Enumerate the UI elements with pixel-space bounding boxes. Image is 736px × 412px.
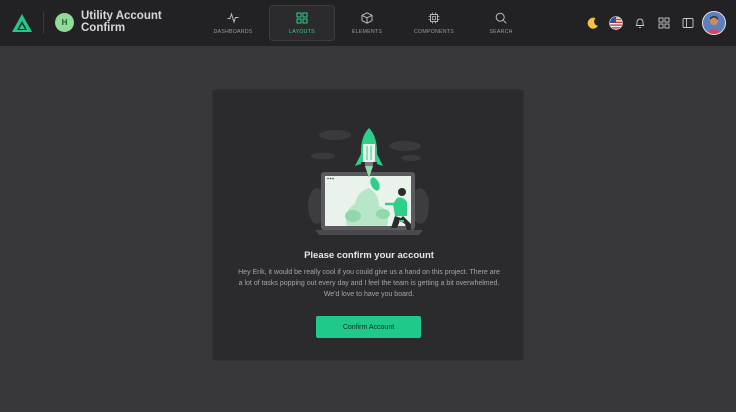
apps-grid-icon	[658, 17, 670, 29]
grid-icon	[296, 12, 308, 23]
card-title: Please confirm your account	[304, 250, 434, 261]
nav-components[interactable]: COMPONENTS	[401, 5, 467, 41]
apps-button[interactable]	[652, 11, 676, 35]
page-title: Utility Account Confirm	[81, 10, 162, 34]
us-flag-icon	[609, 16, 623, 30]
user-avatar[interactable]	[702, 11, 726, 35]
nav-layouts[interactable]: LAYOUTS	[269, 5, 335, 41]
moon-icon	[587, 17, 598, 29]
sidebar-toggle-button[interactable]	[676, 11, 700, 35]
nav-elements[interactable]: ELEMENTS	[334, 5, 400, 41]
language-button[interactable]	[604, 11, 628, 35]
card-description: Hey Erik, it would be really cool if you…	[238, 269, 500, 299]
nav-search[interactable]: SEARCH	[468, 5, 534, 41]
nav-dashboards[interactable]: DASHBOARDS	[200, 5, 266, 41]
top-navbar: H Utility Account Confirm DASHBOARDS LAY…	[0, 0, 736, 46]
confirm-account-button[interactable]: Confirm Account	[316, 316, 421, 338]
nav-label: DASHBOARDS	[213, 28, 253, 35]
cpu-icon	[428, 12, 440, 23]
notifications-button[interactable]	[628, 11, 652, 35]
user-avatar-image	[703, 12, 725, 34]
bell-icon	[635, 18, 645, 29]
search-icon	[495, 12, 507, 24]
header-divider	[43, 12, 44, 34]
theme-toggle-button[interactable]	[580, 11, 604, 35]
sidebar-toggle-icon	[682, 18, 694, 28]
confirm-account-card: Please confirm your account Hey Erik, it…	[212, 89, 524, 361]
nav-label: ELEMENTS	[351, 28, 383, 35]
header-tools	[580, 11, 726, 35]
app-avatar: H	[55, 13, 74, 32]
nav-label: SEARCH	[489, 28, 513, 35]
cube-icon	[361, 11, 373, 24]
brand-logo-icon[interactable]	[11, 13, 33, 33]
nav-label: COMPONENTS	[414, 28, 454, 35]
rocket-launch-illustration	[308, 128, 429, 235]
activity-icon	[227, 11, 239, 24]
nav-label: LAYOUTS	[289, 28, 315, 35]
